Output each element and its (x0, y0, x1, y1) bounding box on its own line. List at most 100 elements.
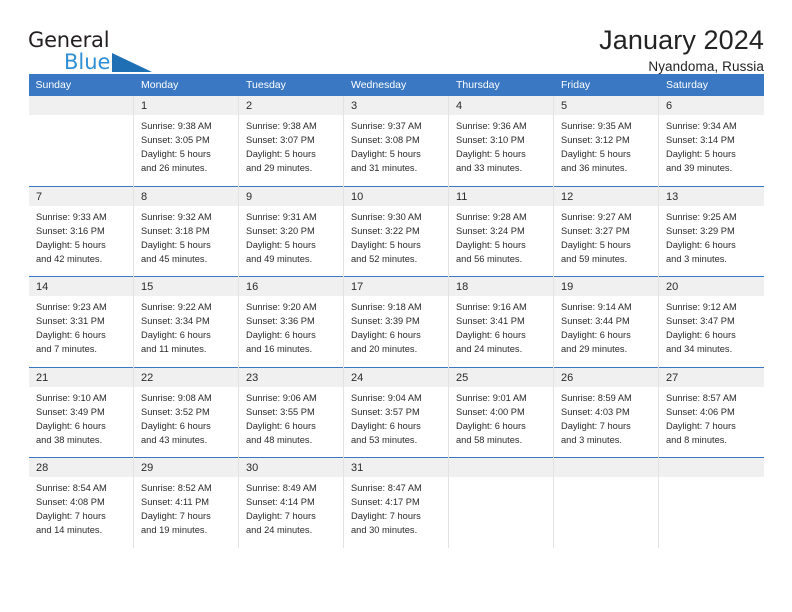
day-sunset-text: Sunset: 3:20 PM (246, 225, 315, 236)
general-blue-logo: General Blue (28, 26, 153, 74)
calendar-day-cell[interactable]: 20 Sunrise: 9:12 AM Sunset: 3:47 PM Dayligh… (658, 276, 764, 367)
calendar-day-cell[interactable]: 24 Sunrise: 9:04 AM Sunset: 3:57 PM Dayligh… (343, 366, 449, 458)
calendar-day-cell[interactable]: 27 Sunrise: 8:57 AM Sunset: 4:06 PM Dayligh… (658, 366, 764, 458)
calendar-day-cell[interactable]: 16 Sunrise: 9:20 AM Sunset: 3:36 PM Dayligh… (238, 276, 344, 367)
weekday-header-row: Sunday Monday Tuesday Wednesday Thursday… (28, 74, 764, 96)
calendar-day-cell[interactable]: 30 Sunrise: 8:49 AM Sunset: 4:14 PM Dayligh… (238, 457, 344, 548)
page-title: January 2024 (599, 25, 764, 55)
day-daylight2-text: and 52 minutes. (351, 253, 418, 264)
calendar-day-cell[interactable]: 10 Sunrise: 9:30 AM Sunset: 3:22 PM Dayligh… (343, 185, 449, 277)
calendar-week-row: 7 Sunrise: 9:33 AM Sunset: 3:16 PM Daylight… (28, 185, 764, 277)
calendar-day-cell[interactable]: 31 Sunrise: 8:47 AM Sunset: 4:17 PM Dayligh… (343, 457, 449, 548)
day-daylight1-text: Daylight: 5 hours (351, 239, 421, 250)
day-sunset-text: Sunset: 4:14 PM (246, 497, 315, 508)
weekday-header-sunday: Sunday (28, 74, 134, 96)
calendar-table: Sunday Monday Tuesday Wednesday Thursday… (28, 74, 764, 548)
calendar-head: Sunday Monday Tuesday Wednesday Thursday… (28, 74, 764, 96)
day-sunset-text: Sunset: 3:12 PM (561, 135, 630, 146)
day-sunrise-text: Sunrise: 8:54 AM (36, 483, 107, 493)
day-sunrise-text: Sunrise: 9:38 AM (246, 121, 317, 131)
day-number: 10 (344, 186, 448, 206)
day-sunrise-text: Sunrise: 9:01 AM (456, 392, 527, 403)
day-sun-info: Sunrise: 9:12 AM Sunset: 3:47 PM Daylight:… (659, 296, 764, 367)
day-sunrise-text: Sunrise: 9:27 AM (561, 211, 632, 222)
day-daylight1-text: Daylight: 7 hours (351, 511, 421, 522)
calendar-day-cell-empty (553, 457, 659, 548)
day-number: 25 (449, 367, 553, 387)
calendar-day-cell[interactable]: 13 Sunrise: 9:25 AM Sunset: 3:29 PM Dayligh… (658, 185, 764, 277)
calendar-day-cell[interactable]: 26 Sunrise: 8:59 AM Sunset: 4:03 PM Dayligh… (553, 366, 659, 458)
day-sunrise-text: Sunrise: 9:28 AM (456, 211, 527, 222)
calendar-day-cell[interactable]: 4 Sunrise: 9:36 AM Sunset: 3:10 PM Daylight… (448, 96, 554, 186)
day-sunset-text: Sunset: 3:39 PM (351, 316, 420, 327)
day-number: 14 (29, 277, 133, 296)
weekday-header-wednesday: Wednesday (343, 74, 449, 96)
calendar-day-cell[interactable]: 1 Sunrise: 9:38 AM Sunset: 3:05 PM Daylight… (133, 96, 239, 186)
day-daylight2-text: and 48 minutes. (246, 434, 313, 445)
day-number: 17 (344, 277, 448, 296)
calendar-day-cell[interactable]: 17 Sunrise: 9:18 AM Sunset: 3:39 PM Dayligh… (343, 276, 449, 367)
day-sunrise-text: Sunrise: 9:18 AM (351, 302, 422, 312)
day-sunset-text: Sunset: 3:27 PM (561, 225, 630, 236)
calendar-day-cell[interactable]: 5 Sunrise: 9:35 AM Sunset: 3:12 PM Daylight… (553, 96, 659, 186)
calendar-day-cell[interactable]: 8 Sunrise: 9:32 AM Sunset: 3:18 PM Daylight… (133, 185, 239, 277)
day-daylight2-text: and 29 minutes. (246, 163, 313, 174)
day-daylight1-text: Daylight: 7 hours (141, 511, 211, 522)
calendar-day-cell[interactable]: 14 Sunrise: 9:23 AM Sunset: 3:31 PM Dayligh… (28, 276, 134, 367)
day-sunrise-text: Sunrise: 9:06 AM (246, 392, 317, 403)
calendar-day-cell[interactable]: 2 Sunrise: 9:38 AM Sunset: 3:07 PM Daylight… (238, 96, 344, 186)
weekday-header-thursday: Thursday (448, 74, 554, 96)
day-number: 31 (344, 458, 448, 477)
day-daylight1-text: Daylight: 5 hours (351, 149, 421, 160)
day-daylight2-text: and 7 minutes. (36, 344, 97, 355)
calendar-day-cell[interactable]: 21 Sunrise: 9:10 AM Sunset: 3:49 PM Dayligh… (28, 366, 134, 458)
day-daylight2-text: and 14 minutes. (36, 525, 103, 536)
calendar-day-cell[interactable]: 25 Sunrise: 9:01 AM Sunset: 4:00 PM Dayligh… (448, 366, 554, 458)
day-sunrise-text: Sunrise: 9:34 AM (666, 121, 737, 131)
day-daylight2-text: and 38 minutes. (36, 434, 103, 445)
day-sunset-text: Sunset: 3:22 PM (351, 225, 420, 236)
day-number (554, 458, 658, 477)
calendar-day-cell[interactable]: 28 Sunrise: 8:54 AM Sunset: 4:08 PM Dayligh… (28, 457, 134, 548)
day-sunrise-text: Sunrise: 9:22 AM (141, 302, 212, 312)
day-daylight1-text: Daylight: 6 hours (141, 420, 211, 431)
calendar-day-cell[interactable]: 22 Sunrise: 9:08 AM Sunset: 3:52 PM Dayligh… (133, 366, 239, 458)
day-daylight1-text: Daylight: 5 hours (561, 239, 631, 250)
calendar-day-cell[interactable]: 9 Sunrise: 9:31 AM Sunset: 3:20 PM Daylight… (238, 185, 344, 277)
day-sunset-text: Sunset: 3:57 PM (351, 406, 420, 417)
day-daylight2-text: and 19 minutes. (141, 525, 208, 536)
calendar-day-cell[interactable]: 3 Sunrise: 9:37 AM Sunset: 3:08 PM Daylight… (343, 96, 449, 186)
day-sun-info: Sunrise: 9:25 AM Sunset: 3:29 PM Daylight:… (659, 206, 764, 277)
calendar-day-cell[interactable]: 11 Sunrise: 9:28 AM Sunset: 3:24 PM Dayligh… (448, 185, 554, 277)
day-sun-info: Sunrise: 9:27 AM Sunset: 3:27 PM Daylight:… (554, 206, 658, 277)
calendar-day-cell[interactable]: 23 Sunrise: 9:06 AM Sunset: 3:55 PM Dayligh… (238, 366, 344, 458)
day-daylight2-text: and 39 minutes. (666, 163, 733, 174)
day-sunrise-text: Sunrise: 9:31 AM (246, 211, 317, 222)
calendar-day-cell[interactable]: 7 Sunrise: 9:33 AM Sunset: 3:16 PM Daylight… (28, 185, 134, 277)
day-number (659, 458, 764, 477)
calendar-day-cell[interactable]: 19 Sunrise: 9:14 AM Sunset: 3:44 PM Dayligh… (553, 276, 659, 367)
day-daylight1-text: Daylight: 6 hours (351, 330, 421, 341)
day-sun-info: Sunrise: 8:59 AM Sunset: 4:03 PM Daylight:… (554, 387, 658, 458)
day-sunset-text: Sunset: 4:03 PM (561, 406, 630, 417)
day-sun-info: Sunrise: 9:28 AM Sunset: 3:24 PM Daylight:… (449, 206, 553, 277)
day-daylight1-text: Daylight: 6 hours (666, 239, 736, 250)
day-number: 7 (29, 186, 133, 206)
calendar-day-cell[interactable]: 29 Sunrise: 8:52 AM Sunset: 4:11 PM Dayligh… (133, 457, 239, 548)
day-sunrise-text: Sunrise: 9:32 AM (141, 211, 212, 222)
day-number (29, 96, 133, 115)
day-sunset-text: Sunset: 3:41 PM (456, 316, 525, 327)
day-sun-info: Sunrise: 9:10 AM Sunset: 3:49 PM Daylight:… (29, 387, 133, 458)
day-daylight1-text: Daylight: 5 hours (561, 149, 631, 160)
calendar-day-cell[interactable]: 6 Sunrise: 9:34 AM Sunset: 3:14 PM Daylight… (658, 96, 764, 186)
calendar-day-cell[interactable]: 12 Sunrise: 9:27 AM Sunset: 3:27 PM Dayligh… (553, 185, 659, 277)
calendar-day-cell[interactable]: 18 Sunrise: 9:16 AM Sunset: 3:41 PM Dayligh… (448, 276, 554, 367)
day-number: 3 (344, 96, 448, 115)
day-sunset-text: Sunset: 3:16 PM (36, 225, 105, 236)
day-number: 28 (29, 458, 133, 477)
day-sunset-text: Sunset: 4:06 PM (666, 406, 735, 417)
day-sunset-text: Sunset: 3:34 PM (141, 316, 210, 327)
calendar-day-cell[interactable]: 15 Sunrise: 9:22 AM Sunset: 3:34 PM Dayligh… (133, 276, 239, 367)
day-sun-info: Sunrise: 9:20 AM Sunset: 3:36 PM Daylight:… (239, 296, 343, 367)
logo-text-blue: Blue (64, 50, 111, 74)
